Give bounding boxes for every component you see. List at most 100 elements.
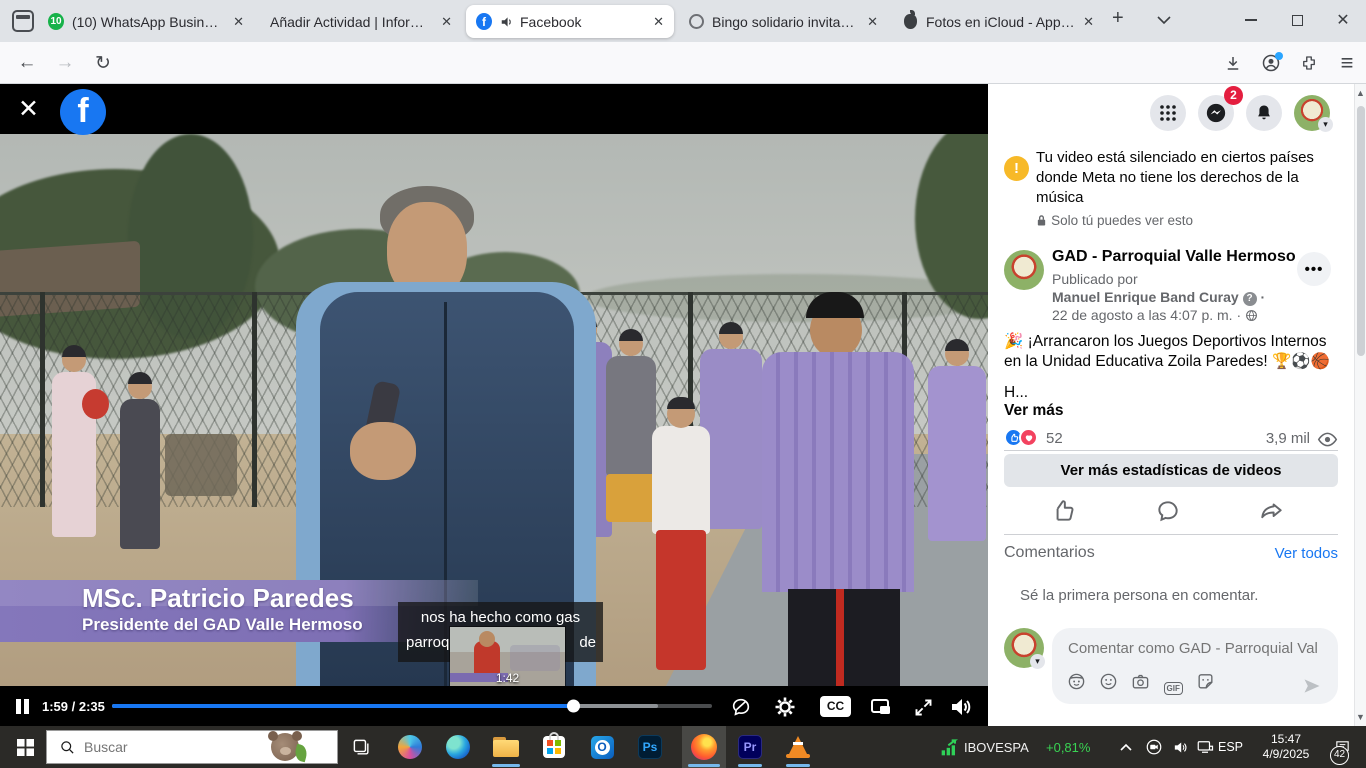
facebook-logo[interactable]: f (60, 89, 106, 135)
premiere-icon[interactable]: Pr (730, 726, 770, 768)
comments-disabled-icon[interactable] (728, 694, 754, 720)
edge-icon[interactable] (438, 726, 478, 768)
close-icon[interactable]: ✕ (653, 14, 664, 30)
tab-whatsapp[interactable]: 10 (10) WhatsApp Business ✕ (38, 5, 254, 38)
notifications-tray-button[interactable]: 42 (1328, 726, 1356, 768)
tray-time: 15:47 (1250, 732, 1322, 747)
close-icon[interactable]: ✕ (233, 14, 244, 30)
camera-icon[interactable] (1131, 672, 1150, 691)
smiley-icon[interactable] (1099, 672, 1118, 691)
scrollbar-thumb[interactable] (1357, 106, 1365, 356)
tray-clock[interactable]: 15:47 4/9/2025 (1250, 732, 1322, 762)
avatar-emoji-icon[interactable] (1067, 672, 1086, 691)
close-video-icon[interactable]: ✕ (18, 94, 39, 124)
volume-icon[interactable] (948, 694, 974, 720)
close-window-button[interactable]: ✕ (1320, 0, 1366, 40)
help-badge-icon[interactable]: ? (1243, 292, 1257, 306)
see-all-comments-link[interactable]: Ver todos (1275, 545, 1338, 562)
facebook-icon: f (476, 14, 492, 30)
grid-icon (1159, 104, 1177, 122)
settings-gear-icon[interactable] (772, 694, 798, 720)
subtitle-line1: nos ha hecho como gas (398, 609, 603, 626)
pause-icon[interactable] (24, 699, 29, 714)
chevron-down-icon[interactable]: ▾ (1318, 117, 1333, 132)
account-icon[interactable] (1254, 42, 1288, 84)
tab-list-chevron-icon[interactable] (1156, 15, 1172, 25)
progress-track[interactable] (112, 704, 712, 708)
vlc-icon[interactable] (778, 726, 818, 768)
no-comments-text: Sé la primera persona en comentar. (1020, 587, 1258, 604)
copilot-icon[interactable] (390, 726, 430, 768)
love-reaction-icon[interactable] (1019, 428, 1038, 447)
notifications-button[interactable] (1246, 95, 1282, 131)
firefox-icon[interactable] (682, 726, 726, 768)
tab-icloud[interactable]: Fotos en iCloud - Apple iClou ✕ (892, 5, 1104, 38)
stock-ticker-change[interactable]: +0,81% (1046, 726, 1090, 768)
video-stats-button[interactable]: Ver más estadísticas de videos (1004, 454, 1338, 487)
page-scrollbar[interactable]: ▲ ▼ (1354, 84, 1366, 726)
network-icon[interactable] (1192, 726, 1218, 768)
close-icon[interactable]: ✕ (441, 14, 452, 30)
post-timestamp[interactable]: 22 de agosto a las 4:07 p. m. · (1052, 307, 1258, 323)
fullscreen-icon[interactable] (910, 694, 936, 720)
like-button[interactable] (1050, 498, 1076, 528)
photoshop-icon[interactable]: Ps (630, 726, 670, 768)
picture-in-picture-icon[interactable] (868, 694, 894, 720)
closed-captions-icon[interactable]: CC (820, 696, 851, 717)
teen-black-pants (788, 589, 900, 686)
stock-widget-icon[interactable] (938, 726, 962, 768)
file-explorer-icon[interactable] (486, 726, 526, 768)
send-icon[interactable] (1302, 676, 1322, 696)
chevron-down-icon[interactable]: ▾ (1030, 654, 1045, 669)
apps-menu-button[interactable] (1150, 95, 1186, 131)
meet-now-icon[interactable] (1142, 726, 1166, 768)
tab-bingo[interactable]: Bingo solidario invitación ✕ (678, 5, 888, 38)
pause-icon[interactable] (16, 699, 21, 714)
scroll-down-icon[interactable]: ▼ (1356, 712, 1365, 722)
new-tab-button[interactable]: + (1112, 7, 1124, 30)
firefox-view-icon[interactable] (12, 10, 34, 32)
extensions-icon[interactable] (1292, 42, 1326, 84)
post-menu-button[interactable]: ••• (1297, 252, 1331, 286)
language-indicator[interactable]: ESP (1218, 726, 1243, 768)
comment-button[interactable] (1155, 498, 1181, 528)
page-avatar[interactable] (1004, 250, 1044, 290)
stock-ticker-symbol[interactable]: IBOVESPA (964, 726, 1029, 768)
microsoft-store-icon[interactable] (534, 726, 574, 768)
tab-audio-icon[interactable] (500, 15, 514, 29)
gif-icon[interactable]: GIF (1164, 682, 1183, 695)
tab-informes[interactable]: Añadir Actividad | Informes Mens ✕ (258, 5, 462, 38)
forward-button[interactable]: → (48, 42, 82, 84)
video-player[interactable]: MSc. Patricio Paredes Presidente del GAD… (0, 84, 988, 726)
page-name[interactable]: GAD - Parroquial Valle Hermoso (1052, 248, 1296, 266)
outlook-icon[interactable]: O (582, 726, 622, 768)
comment-input[interactable] (1068, 640, 1318, 657)
close-icon[interactable]: ✕ (867, 14, 878, 30)
publisher-name[interactable]: Manuel Enrique Band Curay ? · (1052, 289, 1265, 306)
minimize-button[interactable] (1228, 0, 1274, 40)
subtitle-line2-end: de (579, 634, 596, 651)
volume-tray-icon[interactable] (1168, 726, 1192, 768)
menu-icon[interactable]: ≡ (1330, 42, 1364, 84)
tab-facebook[interactable]: f Facebook ✕ (466, 5, 674, 38)
reload-button[interactable]: ↻ (86, 42, 120, 84)
close-icon[interactable]: ✕ (1083, 14, 1094, 30)
share-button[interactable] (1259, 498, 1285, 528)
progress-played[interactable] (112, 704, 574, 708)
tray-expand-chevron-icon[interactable] (1114, 726, 1138, 768)
taskbar-search[interactable] (46, 730, 338, 764)
downloads-icon[interactable] (1216, 42, 1250, 84)
maximize-button[interactable] (1274, 0, 1320, 40)
start-button[interactable] (8, 726, 42, 768)
sticker-icon[interactable] (1196, 672, 1215, 691)
task-view-button[interactable] (344, 726, 378, 768)
comment-composer[interactable]: GIF (1052, 628, 1338, 704)
open-app-indicator (786, 764, 810, 767)
reaction-count[interactable]: 52 (1046, 430, 1063, 447)
see-more-link[interactable]: Ver más (1004, 402, 1063, 420)
teen-purple-jersey (762, 352, 914, 592)
search-input[interactable] (84, 739, 244, 755)
bench-children (165, 434, 237, 496)
scroll-up-icon[interactable]: ▲ (1356, 88, 1365, 98)
back-button[interactable]: ← (10, 42, 44, 84)
